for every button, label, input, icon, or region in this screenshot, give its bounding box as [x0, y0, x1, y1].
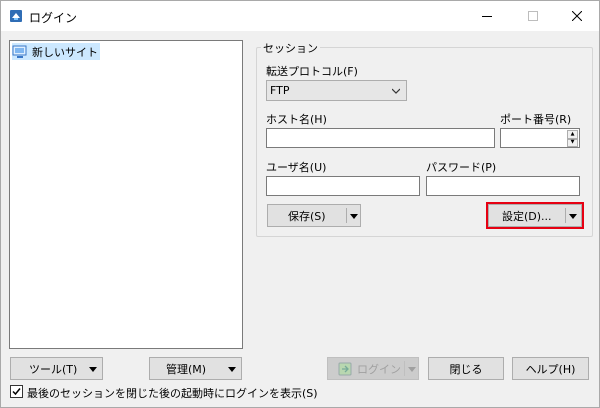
- winscp-app-icon: [10, 10, 22, 22]
- minimize-icon: [482, 15, 492, 17]
- computer-icon: [12, 45, 27, 58]
- maximize-button: [511, 1, 555, 31]
- spin-up-icon[interactable]: ▲: [567, 130, 578, 139]
- site-node-label: 新しいサイト: [32, 45, 98, 59]
- caret-down-icon[interactable]: [350, 214, 358, 219]
- manage-button[interactable]: 管理(M): [149, 357, 242, 380]
- maximize-icon: [528, 11, 538, 21]
- tools-label: ツール(T): [29, 362, 78, 376]
- help-button[interactable]: ヘルプ(H): [512, 357, 589, 380]
- protocol-value: FTP: [270, 84, 290, 97]
- login-button[interactable]: ログイン: [327, 357, 419, 380]
- help-label: ヘルプ(H): [525, 362, 576, 376]
- host-label: ホスト名(H): [266, 113, 327, 126]
- close-icon: [572, 11, 582, 21]
- protocol-select[interactable]: FTP: [266, 80, 407, 101]
- show-login-checkbox[interactable]: [10, 385, 23, 398]
- password-input[interactable]: [426, 176, 580, 196]
- show-login-checkbox-label[interactable]: 最後のセッションを閉じた後の起動時にログインを表示(S): [27, 385, 318, 401]
- caret-down-icon[interactable]: [89, 367, 97, 372]
- protocol-label: 転送プロトコル(F): [266, 65, 358, 78]
- port-input[interactable]: ▲ ▼: [500, 128, 580, 148]
- close-window-button[interactable]: [555, 1, 599, 31]
- site-tree[interactable]: 新しいサイト: [9, 40, 243, 349]
- caret-down-icon: [408, 367, 416, 372]
- tools-button[interactable]: ツール(T): [10, 357, 103, 380]
- session-group-label: セッション: [261, 40, 320, 56]
- chevron-down-icon: [392, 88, 400, 94]
- highlight-box: [486, 202, 584, 229]
- checkmark-icon: [12, 388, 21, 396]
- login-dialog: ログイン 新しいサイト セッション 転送プロトコル(F) FTP ホスト名(H)…: [0, 0, 600, 408]
- user-label: ユーザ名(U): [266, 161, 327, 174]
- login-icon: [338, 362, 352, 375]
- user-input[interactable]: [266, 176, 420, 196]
- host-input[interactable]: [266, 128, 495, 148]
- manage-label: 管理(M): [166, 362, 207, 376]
- caret-down-icon[interactable]: [228, 367, 236, 372]
- password-label: パスワード(P): [426, 161, 497, 174]
- close-label: 閉じる: [449, 362, 483, 376]
- site-node-new-site[interactable]: 新しいサイト: [12, 43, 100, 60]
- minimize-button[interactable]: [465, 1, 509, 31]
- login-label: ログイン: [357, 362, 401, 376]
- spin-down-icon[interactable]: ▼: [567, 138, 578, 147]
- save-button[interactable]: 保存(S): [267, 204, 361, 227]
- port-spinner[interactable]: ▲ ▼: [567, 130, 578, 147]
- close-button[interactable]: 閉じる: [428, 357, 504, 380]
- port-label: ポート番号(R): [500, 113, 572, 126]
- save-label: 保存(S): [288, 209, 326, 223]
- title-bar: ログイン: [1, 1, 599, 31]
- window-title: ログイン: [29, 11, 78, 25]
